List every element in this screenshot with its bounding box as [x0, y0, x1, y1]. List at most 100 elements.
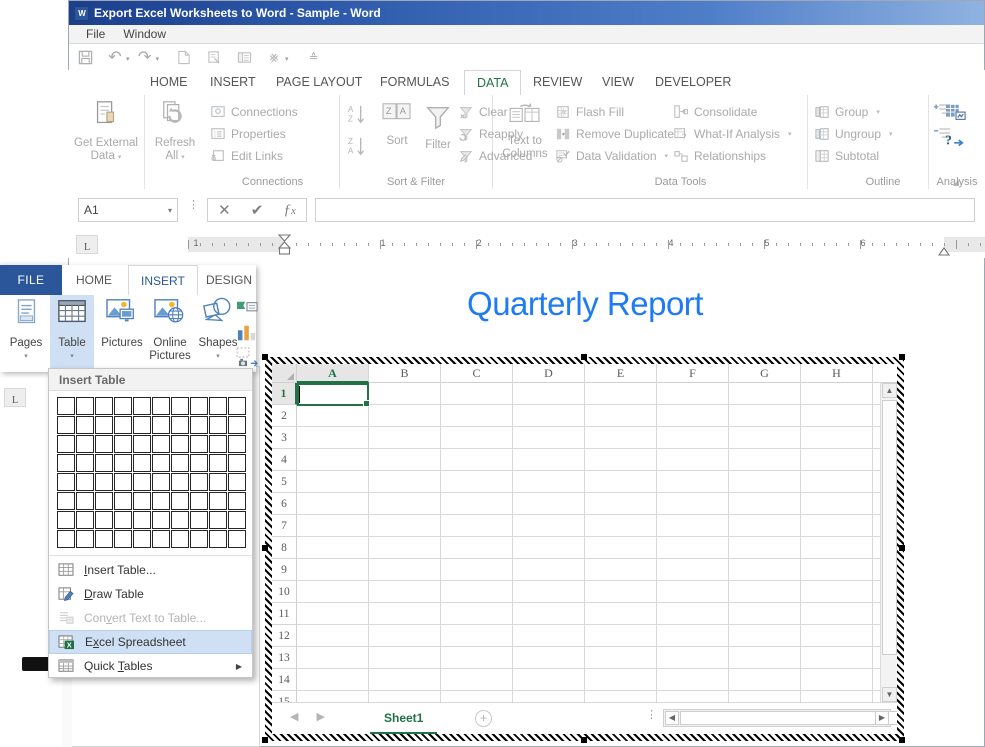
table-size-grid-cell[interactable] — [76, 416, 94, 434]
cell-H8[interactable] — [801, 537, 873, 559]
solver-button[interactable]: ? — [945, 131, 967, 154]
pictures-button[interactable]: Pictures — [98, 297, 146, 350]
table-size-grid-cell[interactable] — [152, 492, 170, 510]
cell-A5[interactable] — [297, 471, 369, 493]
enter-check-icon[interactable]: ✔ — [251, 201, 264, 219]
table-size-grid-cell[interactable] — [171, 435, 189, 453]
cell-A3[interactable] — [297, 427, 369, 449]
cell-D13[interactable] — [513, 647, 585, 669]
flash-fill-button[interactable]: Flash Fill — [555, 101, 680, 123]
ungroup-button[interactable]: Ungroup ▾ — [814, 123, 893, 145]
table-size-grid-cell[interactable] — [152, 416, 170, 434]
name-box-dropdown-icon[interactable]: ▾ — [168, 206, 172, 215]
tab-word-design[interactable]: DESIGN — [194, 265, 264, 295]
vertical-scrollbar[interactable]: ▲ ▼ — [880, 383, 897, 702]
cell-D7[interactable] — [513, 515, 585, 537]
filter-button[interactable]: Filter — [418, 103, 458, 152]
table-size-grid-cell[interactable] — [190, 473, 208, 491]
table-size-grid-cell[interactable] — [152, 530, 170, 548]
smartart-icon[interactable] — [236, 299, 258, 322]
cell-D1[interactable] — [513, 383, 585, 405]
tab-review[interactable]: REVIEW — [521, 70, 594, 95]
scroll-up-button[interactable]: ▲ — [882, 383, 897, 398]
get-external-data-dropdown-icon[interactable]: ▾ — [118, 154, 122, 161]
table-size-grid-cell[interactable] — [57, 416, 75, 434]
table-size-grid-cell[interactable] — [76, 492, 94, 510]
tab-data[interactable]: DATA — [464, 70, 521, 96]
table-size-grid-cell[interactable] — [152, 473, 170, 491]
table-size-grid-cell[interactable] — [57, 435, 75, 453]
table-size-grid[interactable] — [49, 391, 252, 555]
tab-word-home[interactable]: HOME — [64, 265, 124, 295]
quick-print-icon[interactable] — [199, 45, 229, 69]
column-header-d[interactable]: D — [513, 364, 585, 383]
cell-G14[interactable] — [729, 669, 801, 691]
row-header-3[interactable]: 3 — [272, 427, 297, 449]
cell-H2[interactable] — [801, 405, 873, 427]
embedded-excel-object[interactable]: ABCDEFGHI 12345678910111213141516 ▲ ▼ ◀ … — [265, 357, 904, 741]
menu-item-window[interactable]: Window — [114, 25, 175, 43]
table-size-grid-cell[interactable] — [171, 416, 189, 434]
what-if-analysis-button[interactable]: ? What-If Analysis ▾ — [673, 123, 792, 145]
cell-E4[interactable] — [585, 449, 657, 471]
table-size-grid-cell[interactable] — [57, 511, 75, 529]
consolidate-button[interactable]: Consolidate — [673, 101, 792, 123]
properties-button[interactable]: Properties — [210, 123, 298, 145]
table-size-grid-cell[interactable] — [228, 397, 246, 415]
tab-home[interactable]: HOME — [138, 70, 200, 95]
group-dropdown-icon[interactable]: ▾ — [876, 108, 880, 116]
sort-za-button[interactable]: ZA — [346, 135, 368, 162]
horizontal-scroll-thumb[interactable] — [680, 711, 897, 725]
sparkline-dropdown-icon[interactable]: ▾ — [285, 55, 289, 63]
table-size-grid-cell[interactable] — [171, 397, 189, 415]
table-size-grid-cell[interactable] — [76, 530, 94, 548]
table-dropdown-icon[interactable]: ▾ — [50, 350, 94, 363]
row-header-14[interactable]: 14 — [272, 669, 297, 691]
cell-G9[interactable] — [729, 559, 801, 581]
cell-D6[interactable] — [513, 493, 585, 515]
cell-A9[interactable] — [297, 559, 369, 581]
row-header-5[interactable]: 5 — [272, 471, 297, 493]
connections-button[interactable]: Connections — [210, 101, 298, 123]
table-size-grid-cell[interactable] — [57, 530, 75, 548]
row-header-10[interactable]: 10 — [272, 581, 297, 603]
table-size-grid-cell[interactable] — [190, 397, 208, 415]
cell-F10[interactable] — [657, 581, 729, 603]
cell-F14[interactable] — [657, 669, 729, 691]
table-size-grid-cell[interactable] — [57, 454, 75, 472]
tab-page-layout[interactable]: PAGE LAYOUT — [264, 70, 374, 95]
table-size-grid-cell[interactable] — [228, 435, 246, 453]
row-header-8[interactable]: 8 — [272, 537, 297, 559]
row-header-13[interactable]: 13 — [272, 647, 297, 669]
tab-split-handle[interactable]: ⋮ — [646, 712, 657, 718]
table-size-grid-cell[interactable] — [228, 473, 246, 491]
cell-A12[interactable] — [297, 625, 369, 647]
cell-D12[interactable] — [513, 625, 585, 647]
cell-F8[interactable] — [657, 537, 729, 559]
cell-F9[interactable] — [657, 559, 729, 581]
cell-E10[interactable] — [585, 581, 657, 603]
table-size-grid-cell[interactable] — [190, 511, 208, 529]
cell-H1[interactable] — [801, 383, 873, 405]
cell-D8[interactable] — [513, 537, 585, 559]
table-size-grid-cell[interactable] — [133, 511, 151, 529]
cell-H12[interactable] — [801, 625, 873, 647]
cell-G3[interactable] — [729, 427, 801, 449]
insert-table-dropdown-menu[interactable]: Insert Table Insert Table... Draw Table … — [48, 368, 253, 678]
data-validation-button[interactable]: Data Validation ▾ — [555, 145, 680, 167]
tab-developer[interactable]: DEVELOPER — [643, 70, 743, 95]
table-size-grid-cell[interactable] — [133, 492, 151, 510]
cell-D4[interactable] — [513, 449, 585, 471]
table-size-grid-cell[interactable] — [171, 530, 189, 548]
add-sheet-icon[interactable]: + — [475, 710, 492, 727]
row-header-6[interactable]: 6 — [272, 493, 297, 515]
cell-H11[interactable] — [801, 603, 873, 625]
menu-item-insert-table[interactable]: Insert Table... — [49, 558, 252, 582]
table-size-grid-cell[interactable] — [171, 511, 189, 529]
cell-E9[interactable] — [585, 559, 657, 581]
resize-handle-top-center[interactable] — [581, 354, 587, 360]
table-size-grid-cell[interactable] — [228, 416, 246, 434]
table-size-grid-cell[interactable] — [133, 473, 151, 491]
redo-dropdown-icon[interactable]: ▾ — [156, 55, 160, 63]
cell-F6[interactable] — [657, 493, 729, 515]
